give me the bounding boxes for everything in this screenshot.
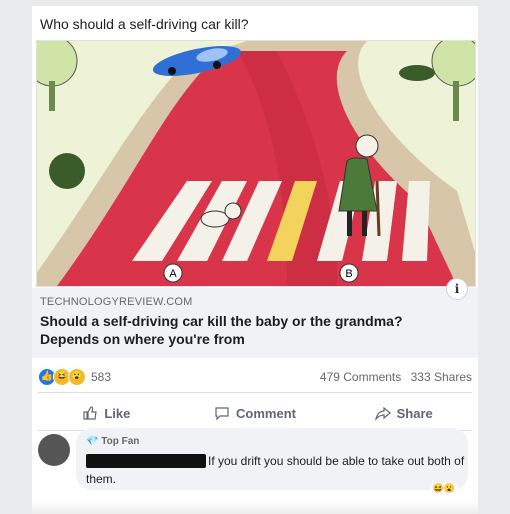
link-preview[interactable]: TECHNOLOGYREVIEW.COM Should a self-drivi…: [32, 278, 478, 358]
action-bar: Like Comment Share: [32, 398, 478, 428]
comment-button[interactable]: Comment: [181, 398, 330, 428]
comment-text: If you drift you should be able to take …: [86, 454, 465, 486]
top-fan-badge: 💎 Top Fan: [86, 436, 140, 447]
comment-reactions[interactable]: 😆😮: [429, 483, 458, 494]
post-image[interactable]: A B: [36, 40, 476, 287]
label-b: B: [345, 268, 352, 280]
bottom-edge: [32, 502, 478, 514]
label-a: A: [169, 268, 177, 280]
link-headline[interactable]: Should a self-driving car kill the baby …: [40, 312, 460, 348]
share-icon: [374, 406, 391, 421]
comment-bubble: 💎 Top Fan If you drift you should be abl…: [76, 428, 468, 494]
like-button[interactable]: Like: [32, 398, 181, 428]
comments-count[interactable]: 479 Comments: [320, 370, 401, 384]
divider: [38, 392, 472, 393]
comment-label: Comment: [236, 405, 296, 421]
trolley-problem-illustration: A B: [37, 41, 475, 286]
thumbs-up-icon: [83, 406, 98, 420]
like-label: Like: [104, 405, 131, 421]
reaction-summary[interactable]: 👍 😆 😮 583: [38, 368, 111, 386]
post-text: Who should a self-driving car kill?: [40, 16, 249, 32]
share-button[interactable]: Share: [329, 398, 478, 428]
reaction-count: 583: [91, 370, 112, 384]
link-domain: TECHNOLOGYREVIEW.COM: [40, 296, 193, 308]
avatar[interactable]: [38, 434, 70, 466]
shares-count[interactable]: 333 Shares: [411, 370, 472, 384]
info-icon[interactable]: i: [446, 278, 468, 300]
comment-icon: [215, 407, 229, 421]
wow-reaction-icon: 😮: [68, 368, 86, 386]
engagement-counts: 479 Comments 333 Shares: [314, 370, 472, 384]
share-label: Share: [396, 405, 433, 421]
